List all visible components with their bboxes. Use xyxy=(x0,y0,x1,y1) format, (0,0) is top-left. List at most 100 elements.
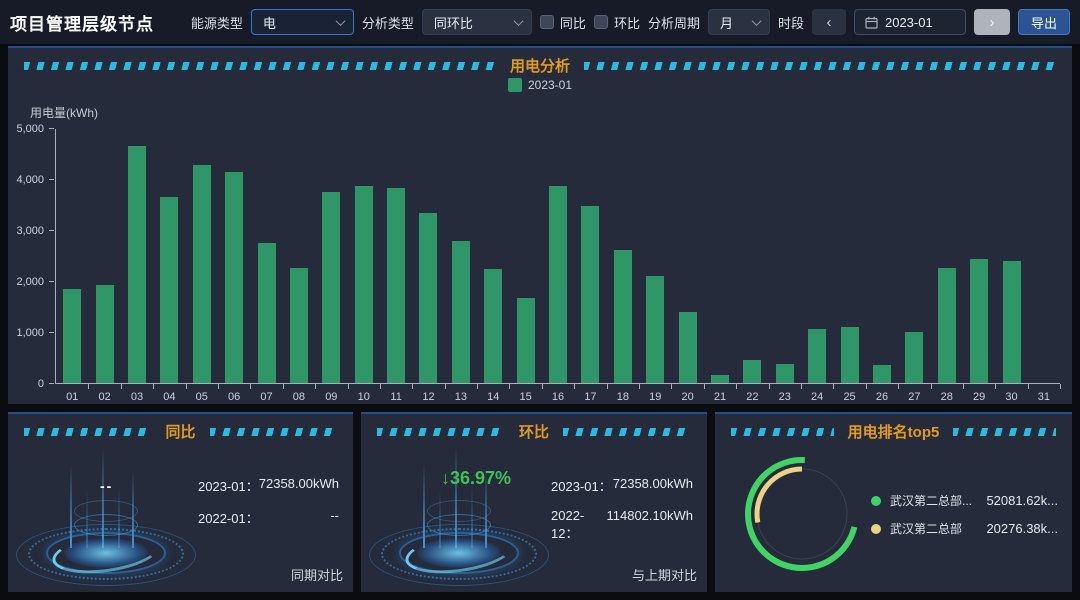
period-value: 月 xyxy=(719,15,733,31)
bar-rect xyxy=(808,328,827,383)
energy-type-label: 能源类型 xyxy=(190,15,243,31)
bar-24[interactable]: 24 xyxy=(801,129,835,403)
bar-04[interactable]: 04 xyxy=(153,129,187,403)
calendar-icon xyxy=(865,16,878,29)
yoy-panel: 同比 -- 2023-01： 72358.00kWh 2022-01： -- 同… xyxy=(8,412,353,592)
bar-17[interactable]: 17 xyxy=(574,129,609,403)
energy-type-value: 电 xyxy=(262,15,276,31)
panel-header: 用电排名top5 xyxy=(715,414,1072,442)
bar-06[interactable]: 06 xyxy=(218,129,252,403)
y-axis: 0 1,000 2,000 3,000 4,000 5,000 xyxy=(8,123,55,390)
bar-rect xyxy=(840,327,859,383)
bar-05[interactable]: 05 xyxy=(186,129,220,403)
y-tick-mark xyxy=(49,128,54,129)
electricity-analysis-panel: 用电分析 2023-01 用电量(kWh) 0 1,000 2,000 3,000 4,… xyxy=(8,46,1072,404)
bar-25[interactable]: 25 xyxy=(833,129,868,403)
bar-09[interactable]: 09 xyxy=(315,129,349,403)
period-select[interactable]: 月 xyxy=(707,9,770,35)
mom-panel: 环比 ↓36.97% 2023-01： 72358.00kWh 2022-12：… xyxy=(361,412,707,592)
bar-rect xyxy=(872,364,891,383)
bar-12[interactable]: 12 xyxy=(412,129,447,403)
bar-20[interactable]: 20 xyxy=(671,129,706,403)
y-tick-label: 2,000 xyxy=(16,276,44,288)
bar-02[interactable]: 02 xyxy=(88,129,123,403)
bar-rect xyxy=(225,172,244,383)
bar-31[interactable]: 31 xyxy=(1028,129,1062,403)
panel-header: 环比 xyxy=(361,414,707,442)
bar-07[interactable]: 07 xyxy=(250,129,285,403)
compare-period-label: 2022-12： xyxy=(551,508,585,541)
bar-rect xyxy=(289,267,308,383)
ranking-name: 武汉第二总部 xyxy=(890,522,963,536)
energy-type-select[interactable]: 电 xyxy=(250,9,354,35)
bar-13[interactable]: 13 xyxy=(445,129,479,403)
bar-11[interactable]: 11 xyxy=(380,129,414,403)
bar-14[interactable]: 14 xyxy=(477,129,511,403)
page-title: 项目管理层级节点 xyxy=(10,14,154,34)
bar-29[interactable]: 29 xyxy=(963,129,997,403)
prev-period-button[interactable]: ‹ xyxy=(811,9,846,35)
bar-rect xyxy=(160,196,179,383)
compare-row: 2023-01： 72358.00kWh xyxy=(551,476,693,495)
bar-23[interactable]: 23 xyxy=(769,129,803,403)
ranking-legend-row[interactable]: 武汉第二总部... 52081.62k... xyxy=(871,492,1058,509)
chevron-down-icon xyxy=(335,15,346,26)
ranking-value: 52081.62k... xyxy=(986,493,1058,508)
y-tick-label: 5,000 xyxy=(16,123,44,135)
bar-21[interactable]: 21 xyxy=(704,129,738,403)
compare-period-value: 72358.00kWh xyxy=(612,476,693,491)
date-value: 2023-01 xyxy=(884,14,933,30)
bar-27[interactable]: 27 xyxy=(898,129,932,403)
y-tick-label: 4,000 xyxy=(16,174,44,186)
bar-22[interactable]: 22 xyxy=(736,129,771,403)
analysis-type-select[interactable]: 同环比 xyxy=(421,9,532,35)
bar-28[interactable]: 28 xyxy=(931,129,965,403)
y-tick-label: 1,000 xyxy=(16,327,44,339)
bar-30[interactable]: 30 xyxy=(995,129,1030,403)
next-period-button[interactable]: › xyxy=(973,9,1010,35)
compare-period-value: 114802.10kWh xyxy=(606,508,694,523)
bar-rect xyxy=(646,276,665,383)
top5-ranking-panel: 用电排名top5 武汉第二总部... 52081.62k... 武汉第二总部 2… xyxy=(715,412,1072,592)
chart-legend[interactable]: 2023-01 xyxy=(8,78,1072,92)
stripe-decoration xyxy=(563,427,692,436)
yoy-checkbox[interactable] xyxy=(539,15,554,29)
bar-19[interactable]: 19 xyxy=(639,129,673,403)
bar-08[interactable]: 08 xyxy=(283,129,317,403)
hologram-graphic xyxy=(12,446,204,588)
bar-10[interactable]: 10 xyxy=(348,129,382,403)
bar-16[interactable]: 16 xyxy=(542,129,576,403)
mom-checkbox[interactable] xyxy=(593,15,608,29)
analysis-type-value: 同环比 xyxy=(433,15,473,31)
bar-rect xyxy=(387,188,406,383)
panel-title: 环比 xyxy=(519,424,550,441)
bar-rect xyxy=(775,363,794,383)
chevron-left-icon: ‹ xyxy=(826,13,832,31)
panel-title: 用电分析 xyxy=(510,58,571,75)
export-button[interactable]: 导出 xyxy=(1017,9,1070,35)
bar-26[interactable]: 26 xyxy=(866,129,900,403)
mom-delta-value: ↓36.97% xyxy=(441,468,512,488)
export-button-label: 导出 xyxy=(1030,15,1057,31)
bar-01[interactable]: 01 xyxy=(56,129,90,403)
ranking-donut-chart[interactable] xyxy=(727,448,887,588)
stripe-decoration xyxy=(24,61,496,70)
bar-rect xyxy=(322,191,341,383)
bar-15[interactable]: 15 xyxy=(509,129,544,403)
mom-checkbox-label: 环比 xyxy=(613,15,640,31)
yoy-compare-rows: 2023-01： 72358.00kWh 2022-01： -- xyxy=(198,476,339,527)
date-picker[interactable]: 2023-01 xyxy=(853,9,966,35)
compare-period-label: 2023-01： xyxy=(198,479,259,494)
bar-rect xyxy=(484,269,503,383)
panel-title: 同比 xyxy=(165,424,196,441)
y-tick-label: 3,000 xyxy=(16,225,44,237)
bar-rect xyxy=(516,298,535,383)
mom-compare-rows: 2023-01： 72358.00kWh 2022-12： 114802.10k… xyxy=(551,476,693,542)
bar-rect xyxy=(192,165,211,383)
stripe-decoration xyxy=(584,61,1057,70)
compare-row: 2023-01： 72358.00kWh xyxy=(198,476,339,495)
compare-row: 2022-12： 114802.10kWh xyxy=(551,508,693,542)
bar-18[interactable]: 18 xyxy=(607,129,641,403)
bar-03[interactable]: 03 xyxy=(121,129,155,403)
ranking-legend-row[interactable]: 武汉第二总部 20276.38k... xyxy=(871,520,1058,537)
